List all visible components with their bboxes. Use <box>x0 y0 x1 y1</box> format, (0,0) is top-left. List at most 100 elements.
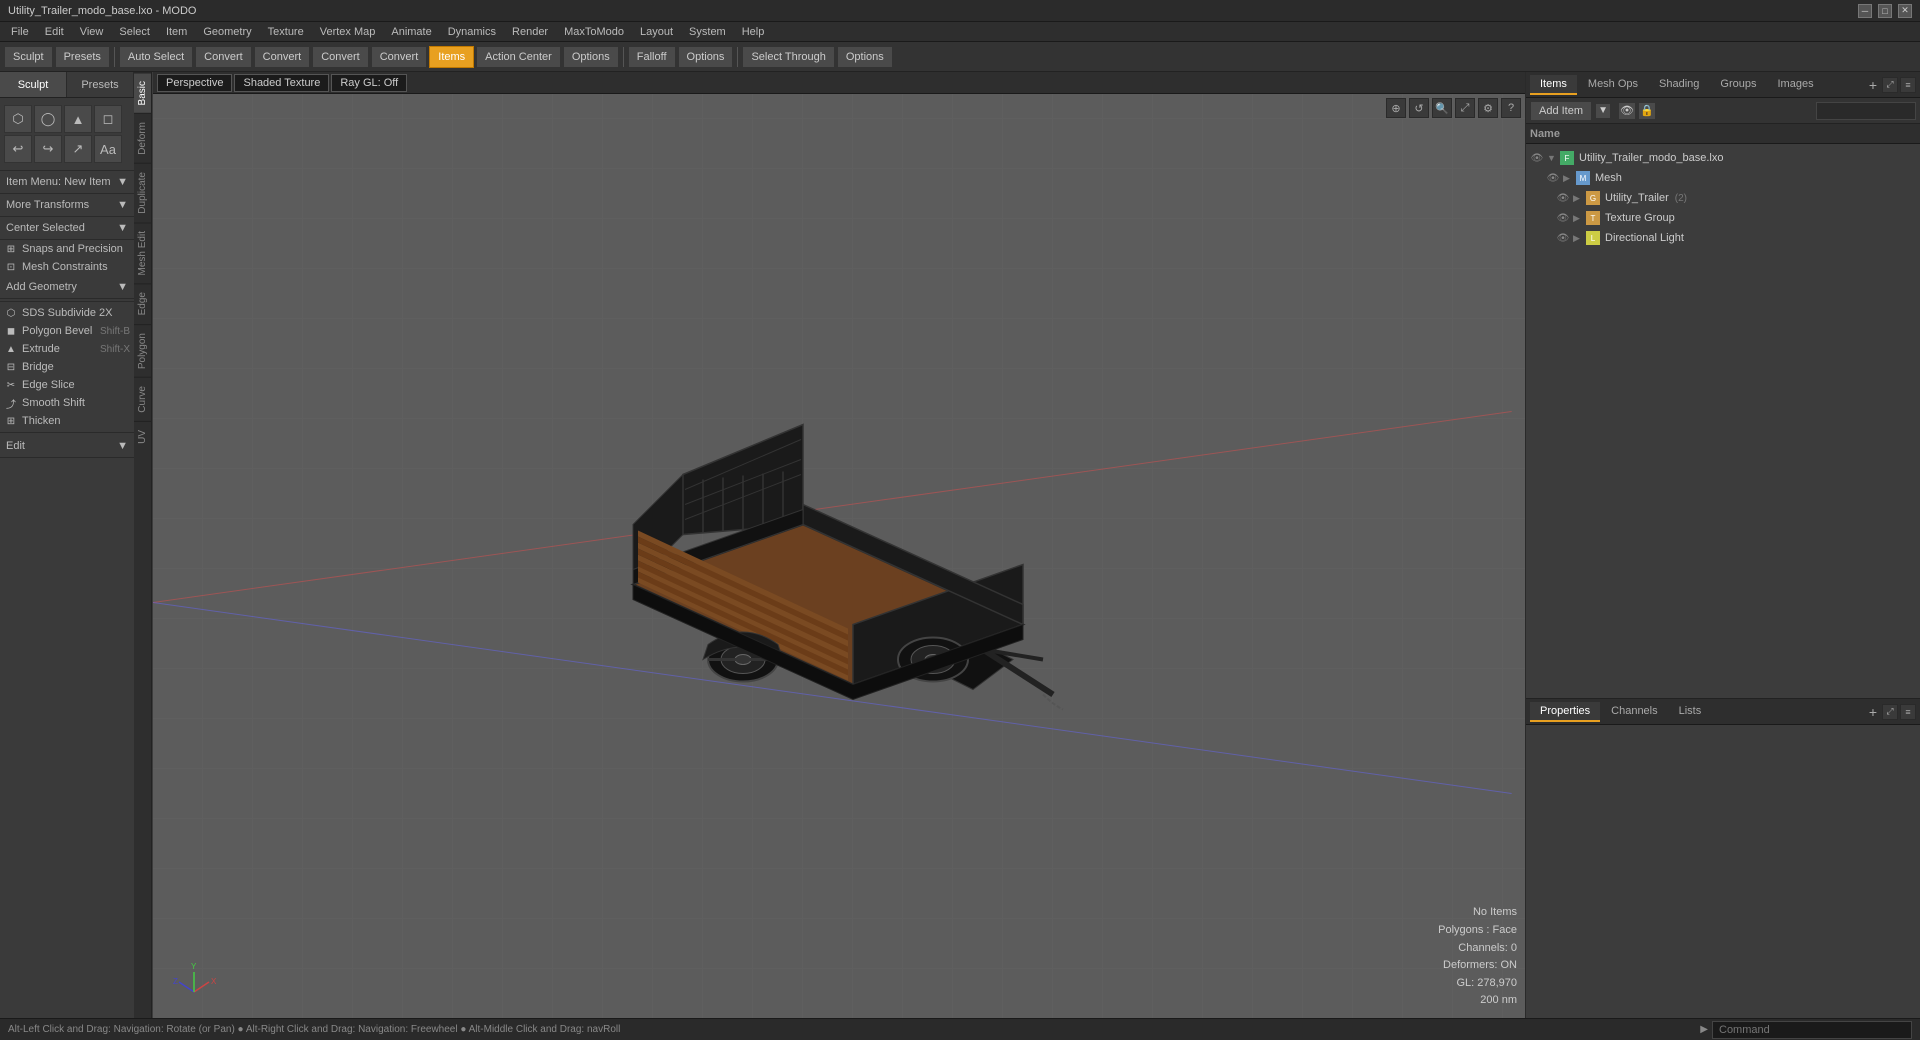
eye-texture-group[interactable]: 👁 <box>1556 211 1570 225</box>
menu-edit[interactable]: Edit <box>38 24 71 40</box>
side-tab-deform[interactable]: Deform <box>134 113 151 163</box>
side-tab-basic[interactable]: Basic <box>134 72 151 113</box>
convert-button-2[interactable]: Convert <box>254 46 311 68</box>
command-input[interactable] <box>1712 1021 1912 1039</box>
item-menu-header[interactable]: Item Menu: New Item ▼ <box>4 174 130 190</box>
bridge-item[interactable]: ⊟ Bridge <box>0 358 134 376</box>
icon-undo[interactable]: ↩ <box>4 135 32 163</box>
falloff-button[interactable]: Falloff <box>628 46 676 68</box>
icon-redo[interactable]: ↪ <box>34 135 62 163</box>
snaps-precision-item[interactable]: ⊞ Snaps and Precision <box>0 240 134 258</box>
menu-help[interactable]: Help <box>735 24 772 40</box>
mesh-constraints-item[interactable]: ⊡ Mesh Constraints <box>0 258 134 276</box>
eye-mesh[interactable]: 👁 <box>1546 171 1560 185</box>
items-button[interactable]: Items <box>429 46 474 68</box>
viewport-tab-perspective[interactable]: Perspective <box>157 74 232 92</box>
side-tab-uv[interactable]: UV <box>134 421 151 452</box>
viewport-reset-btn[interactable]: ↺ <box>1409 98 1429 118</box>
maximize-button[interactable]: □ <box>1878 4 1892 18</box>
menu-layout[interactable]: Layout <box>633 24 680 40</box>
menu-vertexmap[interactable]: Vertex Map <box>313 24 383 40</box>
icon-text[interactable]: Aa <box>94 135 122 163</box>
lock-all[interactable]: 🔒 <box>1638 102 1656 120</box>
icon-circle[interactable]: ◯ <box>34 105 62 133</box>
menu-texture[interactable]: Texture <box>261 24 311 40</box>
edge-slice-item[interactable]: ✂ Edge Slice <box>0 376 134 394</box>
tree-item-root[interactable]: 👁 ▼ F Utility_Trailer_modo_base.lxo <box>1526 148 1920 168</box>
icon-tri[interactable]: ▲ <box>64 105 92 133</box>
action-center-button[interactable]: Action Center <box>476 46 561 68</box>
add-bottom-tab[interactable]: + <box>1869 704 1877 720</box>
side-tab-meshedit[interactable]: Mesh Edit <box>134 222 151 283</box>
viewport[interactable]: ⊕ ↺ 🔍 ⤢ ⚙ ? X Z Y No Items <box>153 94 1525 1018</box>
viewport-zoom-btn[interactable]: 🔍 <box>1432 98 1452 118</box>
side-tab-curve[interactable]: Curve <box>134 377 151 421</box>
expand-texture-group[interactable]: ▶ <box>1573 213 1583 224</box>
add-geometry-header[interactable]: Add Geometry ▼ <box>4 279 130 295</box>
extrude-item[interactable]: ▲ Extrude Shift-X <box>0 340 134 358</box>
eye-root[interactable]: 👁 <box>1530 151 1544 165</box>
tab-properties[interactable]: Properties <box>1530 702 1600 722</box>
tab-items[interactable]: Items <box>1530 75 1577 95</box>
sculpt-button[interactable]: Sculpt <box>4 46 53 68</box>
expand-mesh[interactable]: ▶ <box>1563 173 1573 184</box>
close-button[interactable]: ✕ <box>1898 4 1912 18</box>
select-through-button[interactable]: Select Through <box>742 46 834 68</box>
viewport-tab-raygl[interactable]: Ray GL: Off <box>331 74 407 92</box>
panel-more-btn[interactable]: ≡ <box>1900 77 1916 93</box>
viewport-fit-btn[interactable]: ⤢ <box>1455 98 1475 118</box>
tree-item-directional-light[interactable]: 👁 ▶ L Directional Light <box>1526 228 1920 248</box>
scene-tree[interactable]: 👁 ▼ F Utility_Trailer_modo_base.lxo 👁 ▶ … <box>1526 144 1920 698</box>
menu-animate[interactable]: Animate <box>384 24 438 40</box>
menu-item[interactable]: Item <box>159 24 194 40</box>
polygon-bevel-item[interactable]: ◼ Polygon Bevel Shift-B <box>0 322 134 340</box>
auto-select-button[interactable]: Auto Select <box>119 46 193 68</box>
tab-shading[interactable]: Shading <box>1649 75 1709 95</box>
panel-expand-btn[interactable]: ⤢ <box>1882 77 1898 93</box>
edit-header[interactable]: Edit ▼ <box>4 438 130 454</box>
eye-utility-trailer[interactable]: 👁 <box>1556 191 1570 205</box>
tab-meshops[interactable]: Mesh Ops <box>1578 75 1648 95</box>
viewport-help-btn[interactable]: ? <box>1501 98 1521 118</box>
tree-item-mesh[interactable]: 👁 ▶ M Mesh <box>1526 168 1920 188</box>
menu-maxtomodo[interactable]: MaxToModo <box>557 24 631 40</box>
icon-sphere[interactable]: ⬡ <box>4 105 32 133</box>
add-tab-button[interactable]: + <box>1869 77 1877 93</box>
icon-move[interactable]: ↗ <box>64 135 92 163</box>
presets-tab[interactable]: Presets <box>67 72 134 97</box>
convert-button-1[interactable]: Convert <box>195 46 252 68</box>
bottom-panel-more[interactable]: ≡ <box>1900 704 1916 720</box>
add-item-button[interactable]: Add Item <box>1530 101 1592 121</box>
statusbar-arrow[interactable]: ▶ <box>1700 1024 1708 1035</box>
options-button-2[interactable]: Options <box>678 46 734 68</box>
side-tab-duplicate[interactable]: Duplicate <box>134 163 151 222</box>
eye-directional-light[interactable]: 👁 <box>1556 231 1570 245</box>
filter-items-input[interactable] <box>1816 102 1916 120</box>
center-selected-header[interactable]: Center Selected ▼ <box>4 220 130 236</box>
viewport-settings-btn[interactable]: ⚙ <box>1478 98 1498 118</box>
thicken-item[interactable]: ⊞ Thicken <box>0 412 134 430</box>
viewport-rotate-btn[interactable]: ⊕ <box>1386 98 1406 118</box>
tab-channels[interactable]: Channels <box>1601 702 1667 722</box>
tab-lists[interactable]: Lists <box>1669 702 1712 722</box>
tab-groups[interactable]: Groups <box>1710 75 1766 95</box>
icon-rect[interactable]: ◻ <box>94 105 122 133</box>
convert-button-3[interactable]: Convert <box>312 46 369 68</box>
expand-directional-light[interactable]: ▶ <box>1573 233 1583 244</box>
viewport-tab-shaded[interactable]: Shaded Texture <box>234 74 329 92</box>
menu-system[interactable]: System <box>682 24 733 40</box>
expand-root[interactable]: ▼ <box>1547 153 1557 163</box>
side-tab-edge[interactable]: Edge <box>134 283 151 323</box>
smooth-shift-item[interactable]: ⤴ Smooth Shift <box>0 394 134 412</box>
menu-geometry[interactable]: Geometry <box>196 24 258 40</box>
sculpt-tab[interactable]: Sculpt <box>0 72 67 97</box>
menu-file[interactable]: File <box>4 24 36 40</box>
tree-item-texture-group[interactable]: 👁 ▶ T Texture Group <box>1526 208 1920 228</box>
minimize-button[interactable]: ─ <box>1858 4 1872 18</box>
presets-button[interactable]: Presets <box>55 46 110 68</box>
menu-render[interactable]: Render <box>505 24 555 40</box>
tree-item-utility-trailer[interactable]: 👁 ▶ G Utility_Trailer (2) <box>1526 188 1920 208</box>
expand-utility-trailer[interactable]: ▶ <box>1573 193 1583 204</box>
menu-view[interactable]: View <box>73 24 111 40</box>
add-item-dropdown[interactable]: ▼ <box>1595 103 1611 119</box>
